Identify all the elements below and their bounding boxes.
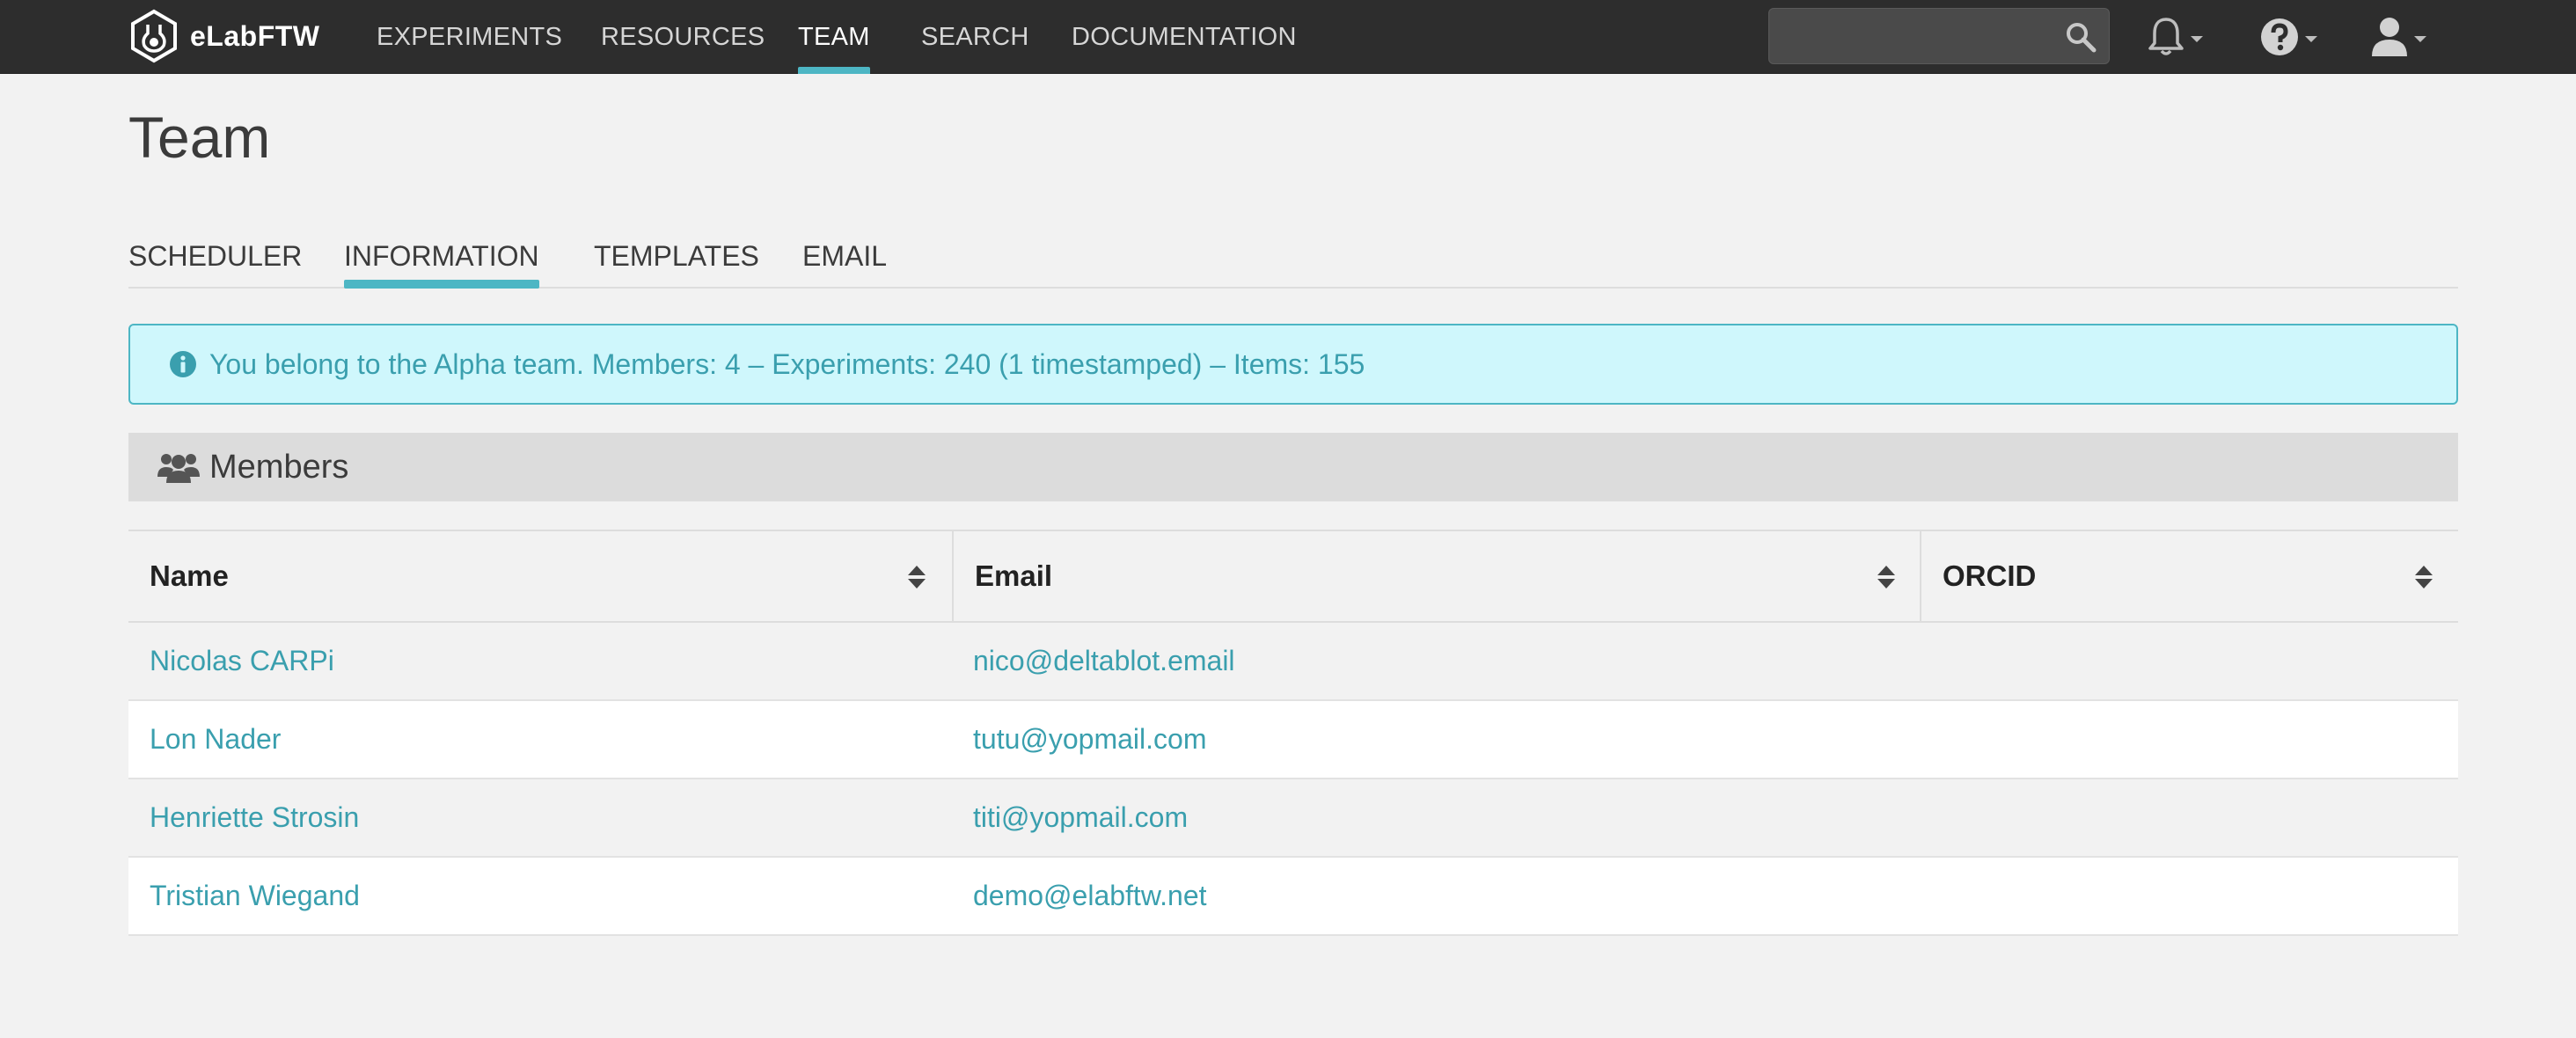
- member-name-link[interactable]: Tristian Wiegand: [128, 858, 360, 934]
- member-email-link[interactable]: titi@yopmail.com: [952, 779, 1188, 856]
- help-icon: [2261, 18, 2298, 55]
- members-section-header: Members: [128, 433, 2458, 501]
- table-header: Name Email ORCID: [128, 531, 2458, 623]
- column-header-label: Email: [975, 559, 1053, 592]
- column-header-label: Name: [150, 559, 229, 592]
- user-icon: [2372, 18, 2407, 56]
- team-info-alert: You belong to the Alpha team. Members: 4…: [128, 324, 2458, 405]
- users-icon: [157, 454, 200, 483]
- notifications-dropdown[interactable]: [2147, 9, 2203, 65]
- sort-icon: [908, 566, 926, 588]
- info-icon: [170, 351, 196, 377]
- member-orcid: [1920, 779, 1941, 856]
- member-email-link[interactable]: demo@elabftw.net: [952, 858, 1207, 934]
- nav-search[interactable]: SEARCH: [921, 0, 1029, 74]
- table-row: Nicolas CARPi nico@deltablot.email: [128, 623, 2458, 701]
- chevron-down-icon: [2191, 35, 2203, 42]
- member-name-link[interactable]: Lon Nader: [128, 701, 281, 778]
- table-row: Henriette Strosin titi@yopmail.com: [128, 779, 2458, 858]
- nav-resources[interactable]: RESOURCES: [601, 0, 765, 74]
- member-name-link[interactable]: Nicolas CARPi: [128, 623, 334, 699]
- member-orcid: [1920, 701, 1941, 778]
- column-header-name[interactable]: Name: [128, 531, 952, 621]
- tab-email[interactable]: EMAIL: [802, 227, 887, 287]
- member-orcid: [1920, 858, 1941, 934]
- sort-icon: [1877, 566, 1895, 588]
- column-header-email[interactable]: Email: [952, 531, 1920, 621]
- navbar-search: [1768, 8, 2110, 64]
- members-table: Name Email ORCID Nicolas CARPi nico@delt…: [128, 530, 2458, 936]
- column-header-orcid[interactable]: ORCID: [1920, 531, 2458, 621]
- section-title: Members: [209, 448, 349, 486]
- nav-documentation[interactable]: DOCUMENTATION: [1072, 0, 1297, 74]
- tab-scheduler[interactable]: SCHEDULER: [128, 227, 302, 287]
- search-input[interactable]: [1769, 9, 2051, 63]
- tab-templates[interactable]: TEMPLATES: [594, 227, 759, 287]
- chevron-down-icon: [2305, 35, 2317, 42]
- team-tabs: SCHEDULER INFORMATION TEMPLATES EMAIL: [128, 227, 2458, 289]
- brand[interactable]: eLabFTW: [128, 9, 319, 63]
- table-row: Lon Nader tutu@yopmail.com: [128, 701, 2458, 779]
- page-title: Team: [128, 105, 271, 170]
- search-icon[interactable]: [2065, 21, 2097, 53]
- sort-icon: [2415, 566, 2433, 588]
- user-dropdown[interactable]: [2370, 9, 2426, 65]
- nav-team[interactable]: TEAM: [798, 0, 870, 74]
- brand-name: eLabFTW: [190, 19, 320, 52]
- alert-text: You belong to the Alpha team. Members: 4…: [209, 347, 1365, 380]
- help-dropdown[interactable]: [2259, 9, 2317, 65]
- member-orcid: [1920, 623, 1941, 699]
- chevron-down-icon: [2414, 35, 2426, 42]
- member-email-link[interactable]: nico@deltablot.email: [952, 623, 1235, 699]
- member-email-link[interactable]: tutu@yopmail.com: [952, 701, 1206, 778]
- nav-experiments[interactable]: EXPERIMENTS: [377, 0, 562, 74]
- column-header-label: ORCID: [1943, 559, 2037, 592]
- top-navbar: eLabFTW EXPERIMENTS RESOURCES TEAM SEARC…: [0, 0, 2576, 74]
- member-name-link[interactable]: Henriette Strosin: [128, 779, 359, 856]
- tab-information[interactable]: INFORMATION: [344, 227, 539, 289]
- elabftw-logo-icon: [131, 9, 177, 63]
- bell-icon: [2148, 18, 2184, 55]
- table-row: Tristian Wiegand demo@elabftw.net: [128, 858, 2458, 936]
